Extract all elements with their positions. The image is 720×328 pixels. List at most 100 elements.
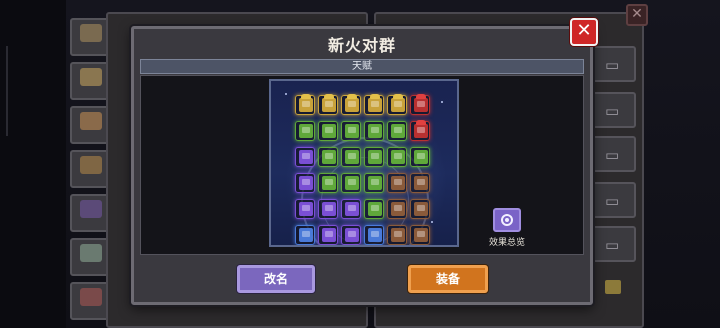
talent-node[interactable]	[364, 94, 384, 115]
effects-overview-button[interactable]	[493, 208, 521, 232]
talent-node[interactable]	[410, 94, 430, 115]
talent-unit-icon	[368, 150, 382, 164]
talent-unit-icon	[368, 202, 382, 216]
material-icon	[80, 112, 102, 130]
talent-unit-icon	[299, 202, 313, 216]
edge-notch	[0, 46, 8, 136]
talent-section-header: 天赋	[140, 59, 584, 74]
talent-node[interactable]	[318, 173, 338, 193]
talent-unit-icon	[299, 176, 313, 190]
talent-unit-icon	[299, 150, 313, 164]
talent-unit-icon	[391, 150, 405, 164]
talent-unit-icon	[368, 228, 382, 242]
talent-node[interactable]	[387, 225, 407, 245]
talent-node[interactable]	[387, 121, 407, 141]
hat-icon	[416, 94, 426, 99]
rename-button[interactable]: 改名	[237, 265, 315, 293]
side-tab-materials[interactable]	[70, 106, 110, 144]
talent-node[interactable]	[295, 225, 315, 245]
talent-node[interactable]	[318, 225, 338, 245]
talent-unit-icon	[322, 228, 336, 242]
hat-icon	[393, 94, 403, 99]
dialog-title: 新火对群	[327, 36, 396, 55]
card-icon	[80, 200, 102, 218]
talent-node[interactable]	[410, 120, 430, 141]
lock-icon	[605, 280, 621, 294]
equipment-slot[interactable]: ▭	[590, 136, 636, 172]
talent-unit-icon	[414, 124, 428, 138]
hat-icon	[370, 94, 380, 99]
talent-node[interactable]	[341, 173, 361, 193]
talent-node[interactable]	[364, 225, 384, 245]
talent-node[interactable]	[341, 147, 361, 167]
equipment-slot[interactable]: ▭	[590, 226, 636, 262]
shirt-icon: ▭	[605, 102, 620, 120]
talent-unit-icon	[322, 150, 336, 164]
talent-node[interactable]	[318, 147, 338, 167]
talent-node[interactable]	[318, 121, 338, 141]
talent-node[interactable]	[410, 173, 430, 193]
equipment-slot[interactable]: ▭	[590, 46, 636, 82]
talent-unit-icon	[414, 202, 428, 216]
equip-button[interactable]: 装备	[408, 265, 488, 293]
equipment-slot[interactable]: ▭	[590, 182, 636, 218]
crate-icon	[80, 24, 102, 42]
talent-unit-icon	[299, 228, 313, 242]
talent-node[interactable]	[387, 147, 407, 167]
background-close-button[interactable]: ✕	[626, 4, 648, 26]
equipment-slot[interactable]: ▭	[590, 92, 636, 128]
side-tab-realm[interactable]	[70, 282, 110, 320]
eye-icon	[501, 214, 513, 226]
talent-unit-icon	[322, 176, 336, 190]
talent-content-pane: 效果总览	[140, 75, 584, 255]
talent-unit-icon	[345, 150, 359, 164]
talent-node[interactable]	[295, 147, 315, 167]
game-screen: ▭ ▭ ▭ ▭ ▭ ✕ 新火对群 天赋 效果总览 改名 装备 ✕	[0, 0, 720, 328]
talent-unit-icon	[345, 202, 359, 216]
talent-node[interactable]	[295, 199, 315, 219]
talent-node[interactable]	[364, 173, 384, 193]
talent-unit-icon	[322, 202, 336, 216]
talent-board	[269, 79, 459, 247]
talent-unit-icon	[391, 98, 405, 112]
talent-node[interactable]	[410, 147, 430, 167]
star	[431, 221, 433, 223]
talent-unit-icon	[391, 124, 405, 138]
talent-unit-icon	[368, 176, 382, 190]
talent-node[interactable]	[341, 199, 361, 219]
talent-node[interactable]	[387, 199, 407, 219]
talent-node[interactable]	[341, 94, 361, 115]
talent-unit-icon	[391, 228, 405, 242]
talent-unit-icon	[414, 98, 428, 112]
talent-dialog: 新火对群 天赋 效果总览 改名 装备	[131, 26, 593, 305]
talent-node[interactable]	[364, 199, 384, 219]
talent-node[interactable]	[387, 173, 407, 193]
side-tab-decompose[interactable]	[70, 150, 110, 188]
talent-unit-icon	[368, 98, 382, 112]
talent-unit-icon	[345, 176, 359, 190]
talent-node[interactable]	[295, 94, 315, 115]
talent-node[interactable]	[410, 225, 430, 245]
hat-icon	[324, 94, 334, 99]
side-tab-cards[interactable]	[70, 194, 110, 232]
star	[441, 101, 443, 103]
talent-node[interactable]	[364, 121, 384, 141]
talent-node[interactable]	[295, 173, 315, 193]
talent-unit-icon	[414, 228, 428, 242]
talent-node[interactable]	[318, 199, 338, 219]
talent-node[interactable]	[410, 199, 430, 219]
shirt-icon: ▭	[605, 56, 620, 74]
side-tab-warehouse[interactable]	[70, 18, 110, 56]
talent-unit-icon	[345, 228, 359, 242]
talent-node[interactable]	[341, 121, 361, 141]
talent-node[interactable]	[341, 225, 361, 245]
side-tab-storage[interactable]	[70, 62, 110, 100]
side-tab-loadout[interactable]	[70, 238, 110, 276]
talent-node[interactable]	[318, 94, 338, 115]
chest-icon	[80, 68, 102, 86]
star	[285, 93, 287, 95]
talent-node[interactable]	[364, 147, 384, 167]
talent-node[interactable]	[295, 121, 315, 141]
talent-node[interactable]	[387, 94, 407, 115]
close-dialog-button[interactable]: ✕	[570, 18, 598, 46]
